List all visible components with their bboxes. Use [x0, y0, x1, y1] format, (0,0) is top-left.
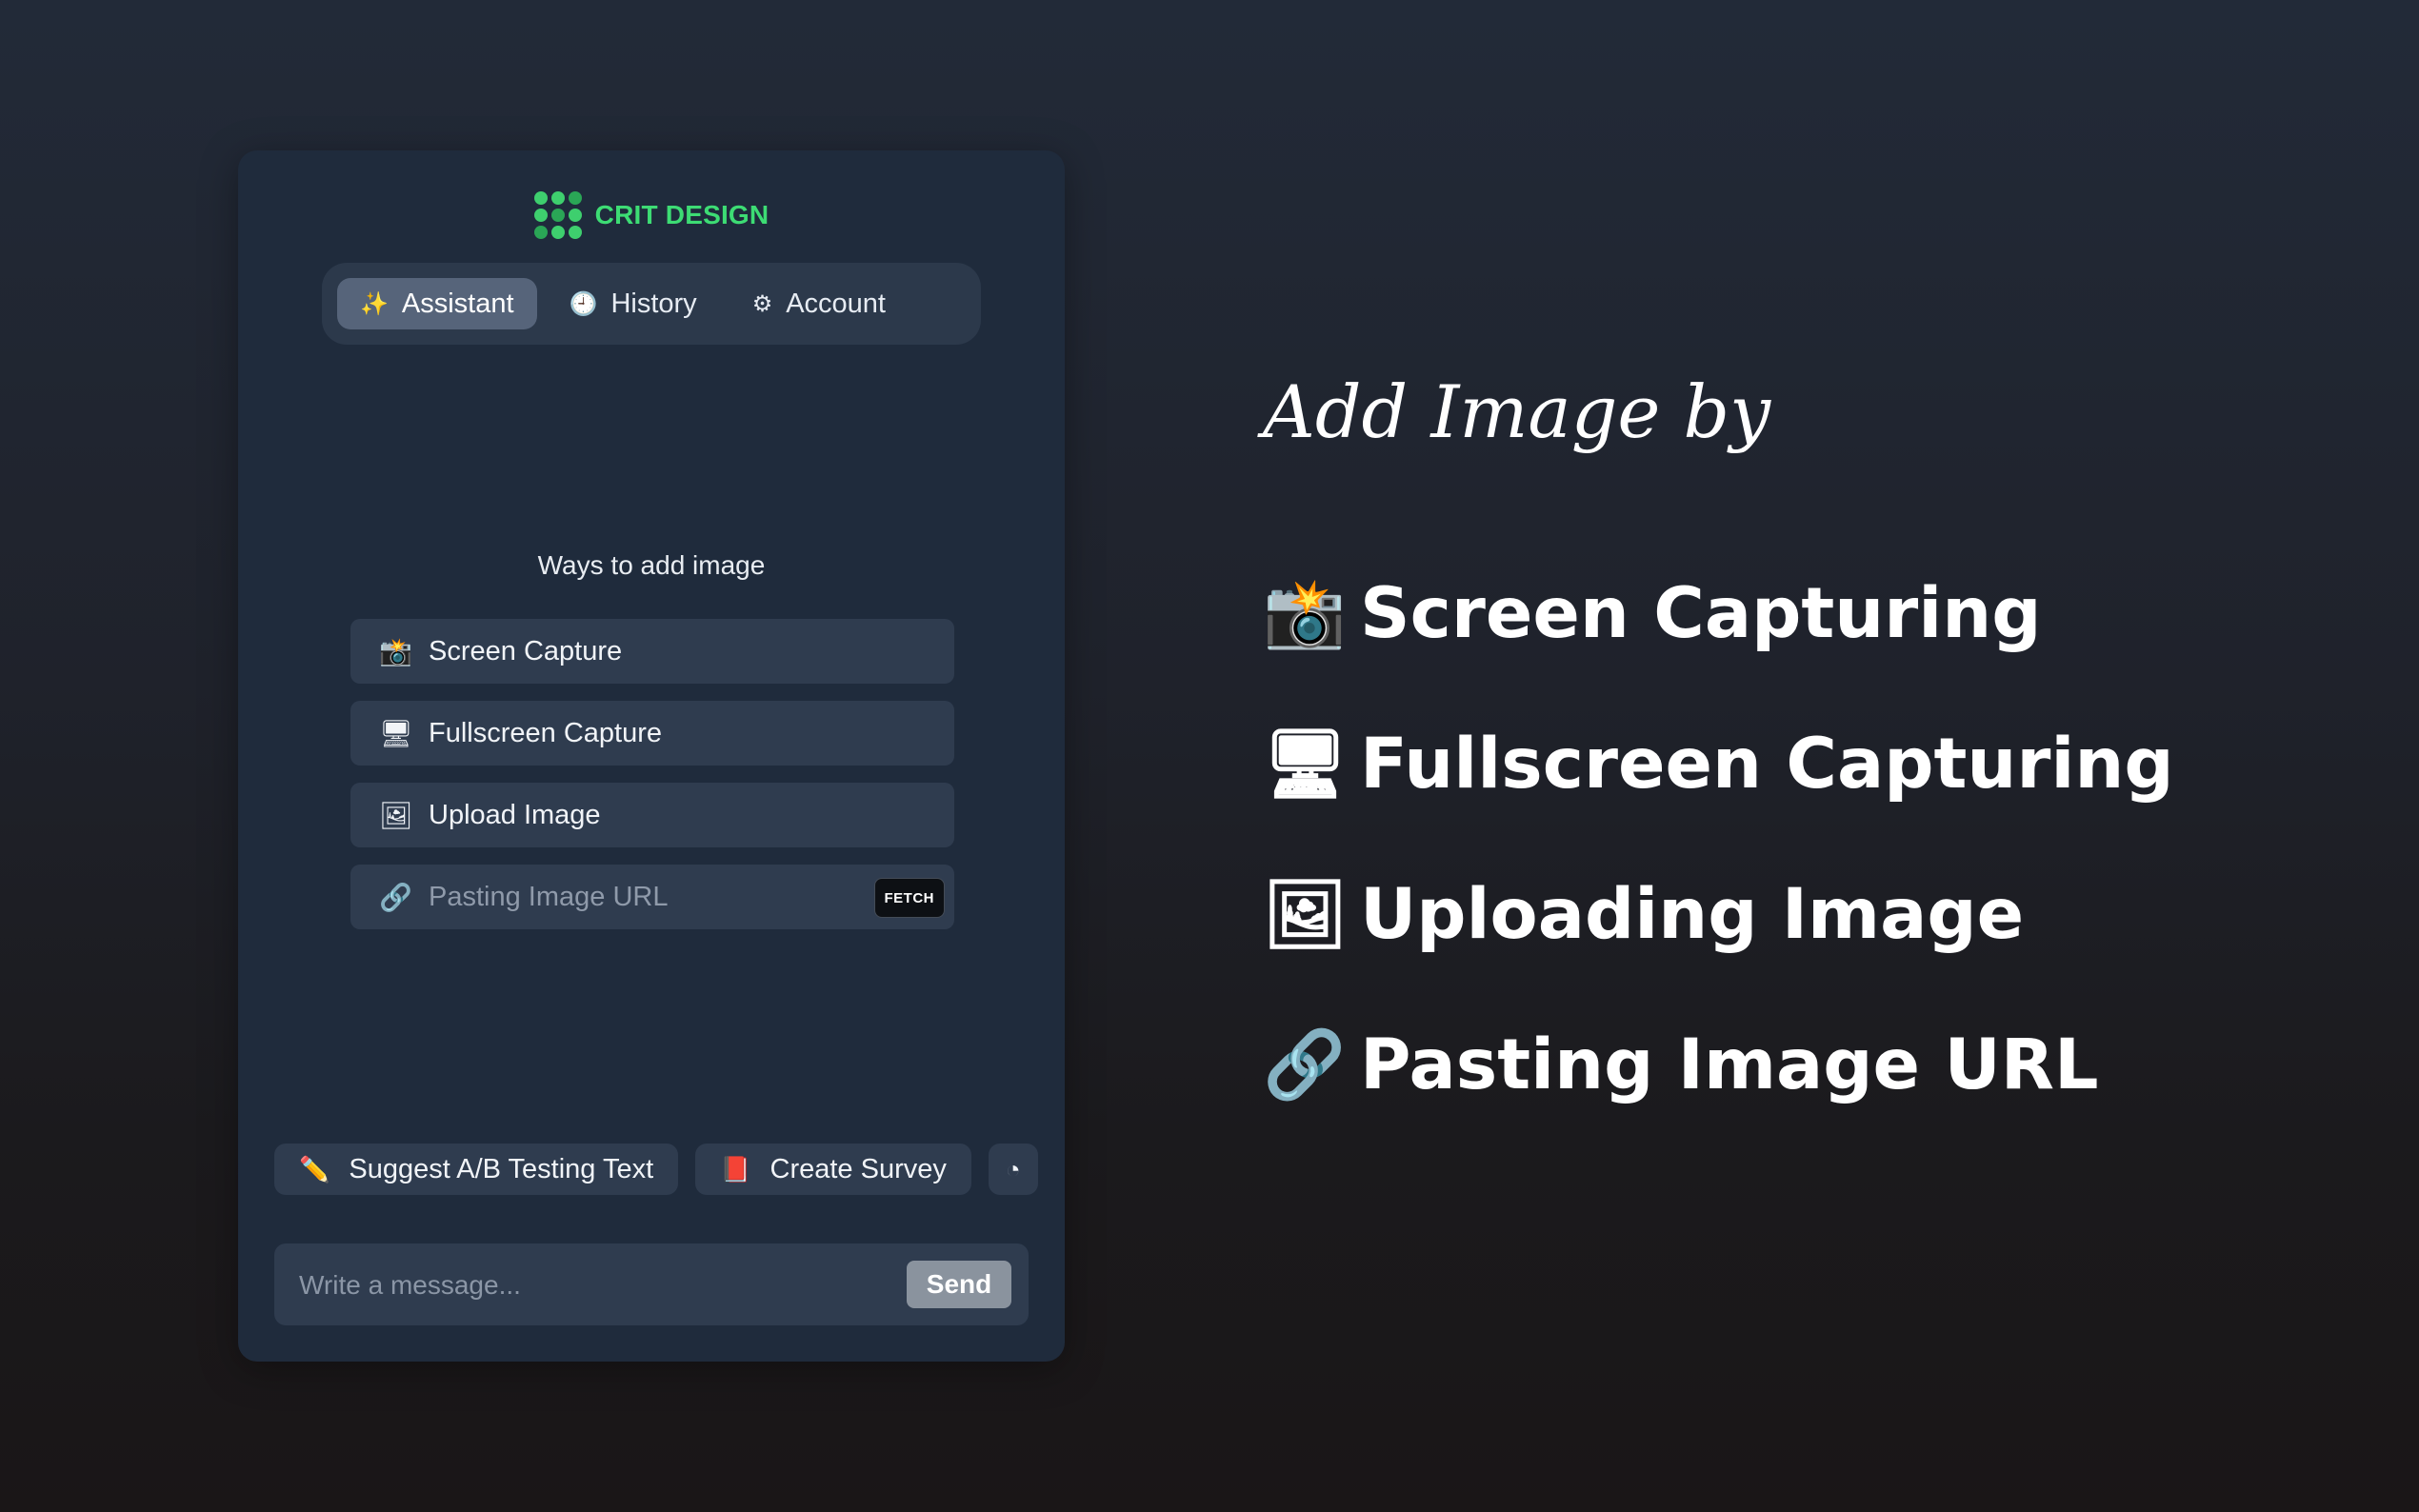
feature-screen-capturing: 📸 Screen Capturing: [1263, 566, 2041, 661]
chip-label: Create Survey: [770, 1153, 947, 1184]
headline: Add Image by: [1263, 369, 1771, 454]
url-placeholder: Pasting Image URL: [429, 881, 669, 912]
brand-name: CRIT DESIGN: [594, 200, 770, 229]
tab-label: Assistant: [401, 288, 514, 319]
clock-icon: 🕘: [569, 290, 598, 317]
sparkles-icon: ✨: [360, 290, 389, 317]
feature-label: Uploading Image: [1360, 873, 2025, 955]
suggestion-chips: ✏️ Suggest A/B Testing Text 📕 Create Sur…: [274, 1144, 1038, 1195]
camera-flash-icon: 📸: [1263, 573, 1347, 652]
image-url-input[interactable]: 🔗 Pasting Image URL FETCH: [350, 865, 954, 929]
option-label: Upload Image: [429, 799, 601, 830]
link-icon: 🔗: [1263, 1025, 1347, 1104]
gear-icon: ⚙: [751, 290, 773, 317]
feature-uploading-image: 🖼 Uploading Image: [1263, 866, 2024, 962]
red-book-icon: 📕: [720, 1154, 751, 1184]
send-button[interactable]: Send: [907, 1261, 1011, 1308]
framed-picture-icon: 🖼: [1263, 874, 1348, 953]
screen-capture-button[interactable]: 📸 Screen Capture: [350, 619, 954, 684]
tab-label: History: [610, 288, 697, 319]
tab-account[interactable]: ⚙ Account: [730, 278, 909, 329]
feature-fullscreen-capturing: 🖥 Fullscreen Capturing: [1263, 716, 2174, 811]
feature-pasting-image-url: 🔗 Pasting Image URL: [1263, 1017, 2098, 1112]
desktop-computer-icon: 🖥: [1263, 724, 1348, 803]
tab-history[interactable]: 🕘 History: [547, 278, 720, 329]
tab-assistant[interactable]: ✨ Assistant: [337, 278, 537, 329]
suggest-ab-testing-chip[interactable]: ✏️ Suggest A/B Testing Text: [274, 1144, 679, 1195]
camera-flash-icon: 📸: [379, 636, 412, 666]
feature-label: Fullscreen Capturing: [1360, 723, 2174, 805]
feature-label: Screen Capturing: [1360, 572, 2042, 654]
brand-header: CRIT DESIGN: [238, 189, 1065, 242]
partially-visible-chip-icon: ◔: [1005, 1154, 1021, 1184]
dot-grid-logo-icon: [533, 191, 582, 239]
link-icon: 🔗: [379, 882, 412, 912]
chip-label: Suggest A/B Testing Text: [349, 1153, 654, 1184]
upload-image-button[interactable]: 🖼 Upload Image: [350, 783, 954, 847]
ways-title: Ways to add image: [537, 550, 766, 580]
framed-picture-icon: 🖼: [379, 800, 413, 830]
feature-label: Pasting Image URL: [1360, 1024, 2099, 1105]
partially-visible-chip[interactable]: ◔: [988, 1144, 1038, 1195]
message-input[interactable]: [297, 1243, 872, 1327]
tab-bar: ✨ Assistant 🕘 History ⚙ Account: [322, 263, 981, 345]
create-survey-chip[interactable]: 📕 Create Survey: [695, 1144, 971, 1195]
assistant-panel: CRIT DESIGN ✨ Assistant 🕘 History ⚙ Acco…: [238, 150, 1065, 1362]
pencil-icon: ✏️: [299, 1154, 330, 1184]
message-composer: Send: [274, 1243, 1029, 1327]
option-label: Fullscreen Capture: [429, 717, 662, 748]
fetch-button[interactable]: FETCH: [873, 878, 945, 918]
option-label: Screen Capture: [429, 635, 623, 666]
tab-label: Account: [786, 288, 886, 319]
fullscreen-capture-button[interactable]: 🖥 Fullscreen Capture: [350, 701, 954, 766]
desktop-computer-icon: 🖥: [379, 718, 413, 748]
